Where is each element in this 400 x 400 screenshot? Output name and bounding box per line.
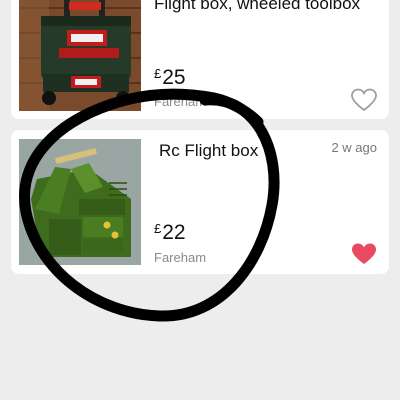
listing-location: Fareham: [154, 94, 207, 109]
listing-card[interactable]: Flight box, wheeled toolbox £25 Fareham: [11, 0, 389, 119]
toolbox-photo: [19, 0, 141, 111]
flight-box-photo: [19, 139, 141, 265]
listing-title[interactable]: Flight box, wheeled toolbox: [154, 0, 374, 15]
heart-outline-icon: [351, 88, 377, 112]
currency-symbol: £: [154, 66, 162, 81]
listing-price: £25: [154, 66, 186, 90]
listing-title[interactable]: Rc Flight box: [159, 140, 269, 162]
price-value: 22: [162, 221, 186, 244]
currency-symbol: £: [154, 221, 162, 236]
listing-location: Fareham: [154, 250, 207, 265]
price-value: 25: [162, 66, 186, 89]
listing-card[interactable]: Rc Flight box 2 w ago £22 Fareham: [11, 130, 389, 274]
favorite-button[interactable]: [351, 88, 377, 112]
posted-time: 2 w ago: [331, 140, 377, 155]
listing-price: £22: [154, 221, 186, 245]
listing-image[interactable]: [19, 0, 141, 111]
heart-filled-icon: [352, 243, 376, 264]
listing-image[interactable]: [19, 139, 141, 265]
favorite-button[interactable]: [351, 242, 377, 266]
